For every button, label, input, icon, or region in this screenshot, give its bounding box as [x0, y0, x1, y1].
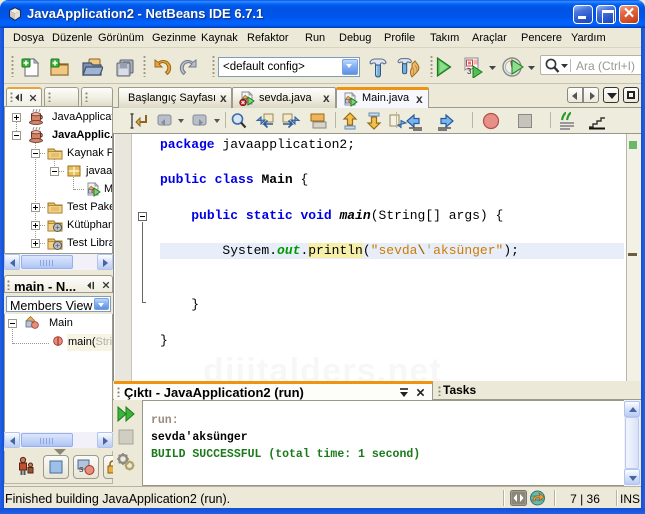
svg-text:s: s	[79, 464, 84, 474]
svg-text:3: 3	[467, 67, 472, 76]
